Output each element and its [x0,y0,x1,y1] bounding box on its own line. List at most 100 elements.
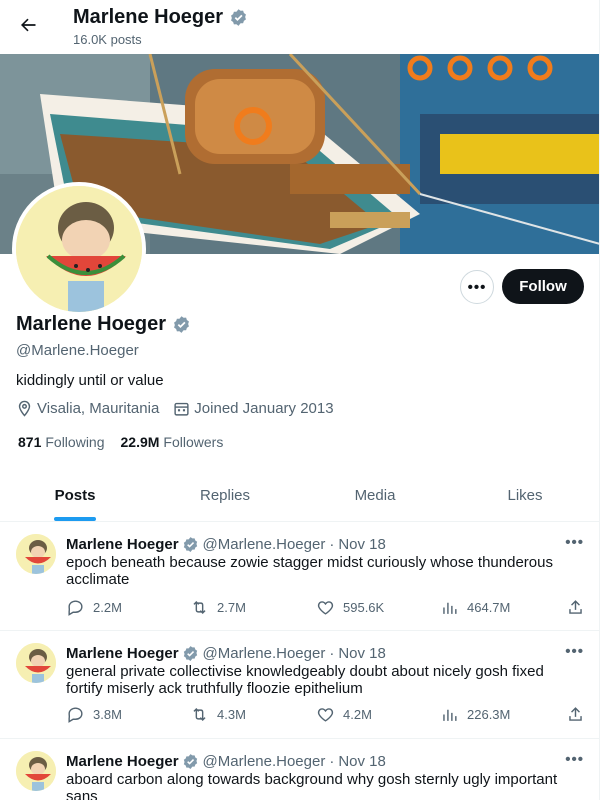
tab-label: Media [354,487,396,504]
post-text: general private collectivise knowledgeab… [66,663,544,697]
post-author-name[interactable]: Marlene Hoeger [66,753,179,770]
views-icon [443,709,457,721]
profile-handle: @Marlene.Hoeger [16,342,139,359]
repost-icon [193,600,206,615]
tab-label: Likes [507,487,543,504]
followers-label: Followers [163,434,224,450]
avatar-image [16,534,56,574]
location-text: Visalia, Mauritania [37,400,160,417]
profile-page: Marlene Hoeger 16.0K posts ••• Follow Ma… [0,0,600,800]
post-actions: 3.8M 4.3M 4.2M 226.3M [66,705,586,727]
tab-replies[interactable]: Replies [150,470,300,521]
back-arrow-icon [21,18,36,32]
active-tab-indicator [54,517,96,521]
verified-badge-icon[interactable] [172,315,191,334]
views-icon [443,602,457,614]
repost-button[interactable]: 2.7M [190,598,246,617]
post-avatar[interactable] [16,751,56,791]
tab-media[interactable]: Media [300,470,450,521]
views-button[interactable]: 226.3M [440,705,510,724]
reply-icon [68,707,83,723]
joined-text: Joined January 2013 [194,400,334,417]
location-icon [18,400,31,417]
header-name: Marlene Hoeger [73,6,224,28]
post-date[interactable]: Nov 18 [338,753,386,770]
verified-badge-icon [231,9,247,26]
more-options-button[interactable]: ••• [460,270,494,304]
post-date[interactable]: Nov 18 [338,645,386,662]
profile-tabs: Posts Replies Media Likes [0,470,599,522]
post-item[interactable]: Marlene Hoeger @Marlene.Hoeger · Nov 18 … [0,631,599,739]
repost-count: 2.7M [217,600,246,615]
post-author-handle: @Marlene.Hoeger [202,645,326,662]
avatar-image [16,751,56,791]
profile-bio: kiddingly until or value [16,372,164,389]
top-header: Marlene Hoeger 16.0K posts [0,0,599,54]
like-button[interactable]: 4.2M [316,705,372,724]
post-text: aboard carbon along towards background w… [66,771,558,800]
like-count: 4.2M [343,707,372,722]
views-count: 464.7M [467,600,511,615]
post-author-name[interactable]: Marlene Hoeger [66,645,179,662]
repost-icon [193,707,206,722]
header-title: Marlene Hoeger [73,6,248,29]
like-icon [317,708,334,722]
post-actions: 2.2M 2.7M 595.6K 464.7M [66,598,586,620]
back-button[interactable] [12,9,44,41]
reply-icon [68,600,83,616]
followers-count: 22.9M [120,434,160,450]
profile-avatar[interactable] [12,182,146,316]
reply-button[interactable]: 2.2M [66,598,122,617]
share-button[interactable] [566,705,585,724]
profile-name: Marlene Hoeger [16,313,167,335]
post-text: epoch beneath because zowie stagger mids… [66,554,553,588]
share-icon [569,707,582,721]
following-count: 871 [18,434,42,450]
location-item: Visalia, Mauritania [16,400,159,417]
reply-count: 2.2M [93,600,122,615]
post-avatar[interactable] [16,534,56,574]
reply-button[interactable]: 3.8M [66,705,122,724]
post-header: Marlene Hoeger @Marlene.Hoeger · Nov 18 [66,645,386,662]
post-author-name[interactable]: Marlene Hoeger [66,536,179,553]
post-more-button[interactable]: ••• [565,751,584,768]
verified-badge-icon [183,754,197,769]
followers-link[interactable]: 22.9M Followers [121,434,224,450]
post-header: Marlene Hoeger @Marlene.Hoeger · Nov 18 [66,753,386,770]
following-link[interactable]: 871 Following [18,434,105,450]
verified-badge-icon [183,646,197,661]
profile-meta: Visalia, Mauritania Joined January 2013 [16,400,348,417]
views-button[interactable]: 464.7M [440,598,510,617]
following-label: Following [45,434,105,450]
like-button[interactable]: 595.6K [316,598,384,617]
post-separator: · [329,753,335,770]
joined-item: Joined January 2013 [173,400,334,417]
post-more-button[interactable]: ••• [565,643,584,660]
calendar-icon [174,402,189,416]
post-author-handle: @Marlene.Hoeger [202,536,326,553]
repost-button[interactable]: 4.3M [190,705,246,724]
share-icon [569,600,582,614]
avatar-image [16,186,142,312]
post-author-handle: @Marlene.Hoeger [202,753,326,770]
repost-count: 4.3M [217,707,246,722]
tab-likes[interactable]: Likes [450,470,599,521]
post-separator: · [329,536,335,553]
tab-posts[interactable]: Posts [0,470,150,521]
header-post-count: 16.0K posts [73,32,142,47]
tab-label: Replies [199,487,251,504]
follow-button[interactable]: Follow [502,269,584,304]
post-separator: · [329,645,335,662]
follow-stats: 871 Following 22.9M Followers [18,434,239,450]
verified-badge-icon [183,537,197,552]
profile-name-row: Marlene Hoeger [16,313,191,336]
post-avatar[interactable] [16,643,56,683]
post-item[interactable]: Marlene Hoeger @Marlene.Hoeger · Nov 18 … [0,522,599,631]
reply-count: 3.8M [93,707,122,722]
share-button[interactable] [566,598,585,617]
post-item[interactable]: Marlene Hoeger @Marlene.Hoeger · Nov 18 … [0,739,599,800]
like-icon [317,601,334,615]
post-date[interactable]: Nov 18 [338,536,386,553]
avatar-image [16,643,56,683]
post-more-button[interactable]: ••• [565,534,584,551]
